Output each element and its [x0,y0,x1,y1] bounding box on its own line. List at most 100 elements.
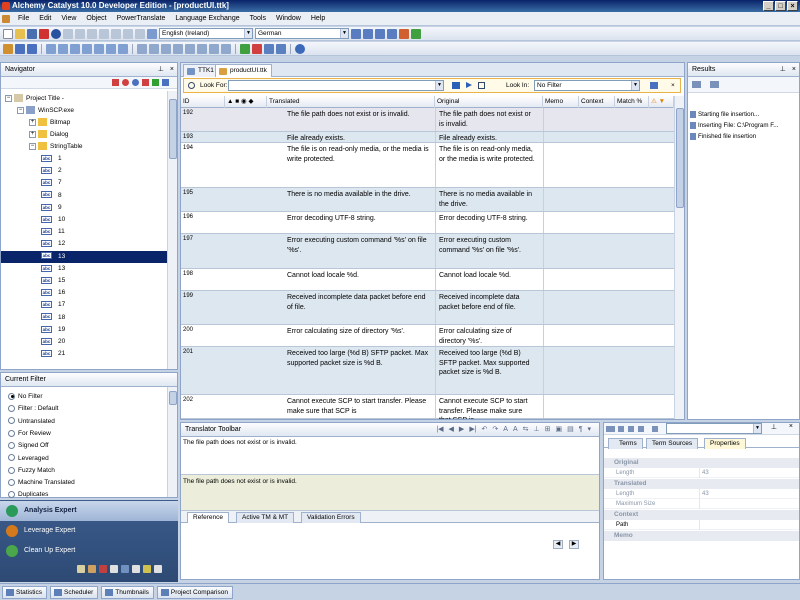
grid-row[interactable]: 194 The file is on read-only media, or th… [181,143,674,188]
menu-language-exchange[interactable]: Language Exchange [170,15,244,22]
layout-icon[interactable] [209,43,219,54]
filter-scrollbar[interactable] [167,387,177,497]
col-original[interactable]: Original [435,96,543,108]
pin-icon[interactable]: ⊥ [771,423,777,431]
result-item[interactable]: Finished file insertion [690,131,796,142]
next-icon[interactable]: ▶ [459,423,464,437]
grid-row[interactable]: 202 Cannot execute SCP to start transfer.… [181,395,674,419]
minimize-button[interactable]: _ [763,1,774,11]
properties-search-select[interactable]: ▼ [666,423,762,434]
project-comparison-button[interactable]: Project Comparison [156,585,233,599]
chevron-down-icon[interactable]: ▼ [340,29,348,38]
tree-node-string[interactable]: abc 9 [41,202,62,214]
pin-icon[interactable]: ⊥ [533,423,539,437]
tree-node-string[interactable]: abc 20 [41,336,65,348]
layout-icon[interactable] [161,43,171,54]
prev-icon[interactable]: ◀ [449,423,454,437]
grid-row[interactable]: 196 Error decoding UTF-8 string. Error dec… [181,212,674,234]
properties-icon[interactable] [123,28,133,39]
sync-icon[interactable] [162,79,169,86]
layout-icon[interactable] [221,43,231,54]
tool-icon[interactable] [628,426,634,432]
tree-node-project[interactable]: − Project Title - [5,93,64,105]
tree-node-bitmap[interactable]: + Bitmap [29,117,70,129]
grid-row[interactable]: 200 Error calculating size of directory '… [181,325,674,347]
col-match[interactable]: Match % [615,96,649,108]
add-icon[interactable] [152,79,159,86]
thumbnails-button[interactable]: Thumbnails [101,585,154,599]
tool-icon[interactable]: ▤ [567,423,574,437]
cut-icon[interactable] [87,28,97,39]
tree-node-string[interactable]: abc 15 [41,275,65,287]
find-next-icon[interactable] [452,82,460,89]
filter-option[interactable]: Untranslated [8,416,55,428]
play-icon[interactable] [466,82,472,88]
radio-icon[interactable] [8,441,15,449]
prop-cat-memo[interactable]: Memo [604,531,799,541]
tool-icon[interactable] [618,426,624,432]
nav-icon[interactable] [118,43,128,54]
nav-icon[interactable] [46,43,56,54]
radio-icon[interactable] [8,466,15,474]
validate-icon[interactable] [411,28,421,39]
layout-icon[interactable] [173,43,183,54]
grid-row[interactable]: 193 File already exists. File already exis… [181,132,674,143]
chevron-down-icon[interactable]: ▼ [631,81,639,90]
grid-row[interactable]: 199 Received incomplete data packet befor… [181,291,674,325]
pin-icon[interactable]: ⊥ [780,63,786,77]
filter-option[interactable]: Machine Translated [8,477,75,489]
dropdown-icon[interactable]: ▾ [587,423,591,437]
col-id[interactable]: ID [181,96,225,108]
expert-tool-icon[interactable] [132,565,140,573]
paste-icon[interactable] [75,28,85,39]
tree-node-string[interactable]: abc 13 [41,263,65,275]
tree-node-stringtable[interactable]: − StringTable [29,141,83,153]
export-icon[interactable] [710,81,719,88]
grid-row[interactable]: 192 The file path does not exist or is in… [181,108,674,132]
navigator-scrollbar[interactable] [167,91,177,369]
save-icon[interactable] [27,28,37,39]
copy-source-icon[interactable]: ⇆ [523,423,529,437]
layout-icon[interactable] [197,43,207,54]
tree-node-string[interactable]: abc 12 [41,238,65,250]
arrow-icon[interactable] [27,43,37,54]
font-icon[interactable]: A [503,423,508,437]
menu-view[interactable]: View [56,15,81,22]
nav-icon[interactable] [82,43,92,54]
expert-tool-icon[interactable] [99,565,107,573]
tab-term-sources[interactable]: Term Sources [646,438,699,449]
menu-window[interactable]: Window [271,15,306,22]
tree-node-string[interactable]: abc 16 [41,287,65,299]
check-icon[interactable] [240,43,250,54]
preview-icon[interactable] [111,28,121,39]
open-icon[interactable] [15,28,25,39]
maximize-button[interactable]: □ [775,1,786,11]
radio-icon[interactable] [8,405,15,413]
filter-option[interactable]: Leveraged [8,453,49,465]
statistics-button[interactable]: Statistics [2,585,48,599]
nav-icon[interactable] [94,43,104,54]
tab-terms[interactable]: Terms [608,438,643,449]
stop-icon[interactable] [478,82,485,89]
language-icon[interactable] [147,28,157,39]
expert-tool-icon[interactable] [110,565,118,573]
tree-node-exe[interactable]: − WinSCP.exe [17,105,74,117]
col-flags[interactable]: ⚠ ▼ [649,96,674,108]
tool-icon[interactable] [652,426,658,432]
expert-tool-icon[interactable] [121,565,129,573]
tree-node-dialog[interactable]: + Dialog [29,129,68,141]
result-item[interactable]: Inserting File: C:\Program F... [690,120,796,131]
chevron-down-icon[interactable]: ▼ [753,424,761,433]
tab-validation-errors[interactable]: Validation Errors [301,512,361,523]
prev-icon[interactable]: ◀ [553,540,563,549]
tab-productui[interactable]: productUI.ttk [215,64,272,77]
source-language-select[interactable]: English (Ireland) ▼ [159,28,253,39]
radio-icon[interactable] [8,392,15,400]
tab-active-tm[interactable]: Active TM & MT [236,512,295,523]
layout-icon[interactable] [137,43,147,54]
grid-row[interactable]: 195 There is no media available in the dr… [181,188,674,212]
expand-icon[interactable]: ⊞ [545,423,551,437]
pin-icon[interactable]: ⊥ [158,63,164,77]
expert-icon[interactable] [3,43,13,54]
radio-icon[interactable] [8,429,15,437]
